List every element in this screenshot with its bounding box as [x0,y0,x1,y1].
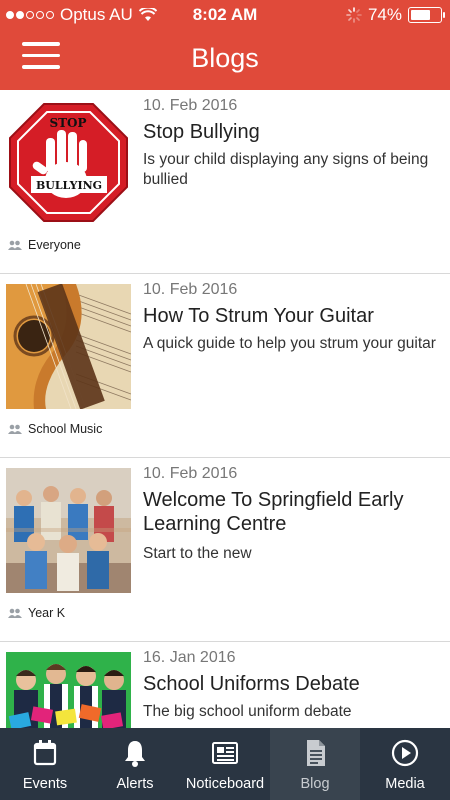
svg-text:STOP: STOP [49,116,86,130]
status-bar: Optus AU 8:02 AM 74% [0,0,450,30]
tab-label: Media [385,776,425,792]
audience-tag: Everyone [8,238,81,252]
audience-tag: Year K [8,606,65,620]
bottom-tab-bar: Events Alerts Noticeboard Blog Media [0,728,450,800]
blog-title: Welcome To Springfield Early Learning Ce… [143,489,404,535]
group-icon [8,240,22,250]
audience-label: Everyone [28,238,81,252]
blog-date: 10. Feb 2016 [143,97,238,114]
blog-date: 10. Feb 2016 [143,465,238,482]
blog-item-welcome[interactable]: 10. Feb 2016 Welcome To Springfield Earl… [0,458,450,642]
calendar-icon [33,740,57,766]
audience-tag: School Music [8,422,102,436]
audience-label: Year K [28,606,66,620]
app-header: Optus AU 8:02 AM 74% Blogs [0,0,450,90]
blog-description: Is your child displaying any signs of be… [143,151,429,188]
tab-label: Blog [300,776,330,792]
blog-description: The big school uniform debate [143,703,352,720]
svg-text:BULLYING: BULLYING [36,179,102,192]
battery-percent: 74% [367,5,402,24]
battery-area: 74% [346,5,445,25]
group-icon [8,608,22,618]
blog-item-stop-bullying[interactable]: STOP BULLYING 10. Feb 2016 Stop Bullying… [0,90,450,274]
tab-alerts[interactable]: Alerts [90,728,180,800]
blog-item-guitar[interactable]: 10. Feb 2016 How To Strum Your Guitar A … [0,274,450,458]
loading-spinner-icon [346,7,362,23]
blog-description: Start to the new [143,545,252,562]
blog-thumbnail-uniforms [6,652,131,728]
blog-thumbnail-welcome [6,468,131,593]
bell-icon [125,741,145,767]
tab-label: Alerts [116,776,154,792]
blog-title: How To Strum Your Guitar [143,305,374,327]
blog-date: 16. Jan 2016 [143,649,236,666]
group-icon [8,424,22,434]
newspaper-icon [212,742,238,764]
battery-icon [408,7,445,23]
blog-title: School Uniforms Debate [143,673,360,695]
blog-thumbnail-stop-bullying: STOP BULLYING [6,100,131,225]
page-title: Blogs [191,43,259,73]
tab-events[interactable]: Events [0,728,90,800]
blog-thumbnail-guitar [6,284,131,409]
blog-description: A quick guide to help you strum your gui… [143,335,436,352]
audience-label: School Music [28,422,103,436]
blog-title: Stop Bullying [143,121,260,143]
tab-media[interactable]: Media [360,728,450,800]
tab-label: Noticeboard [185,776,265,792]
tab-label: Events [22,776,68,792]
tab-noticeboard[interactable]: Noticeboard [180,728,270,800]
document-icon [307,740,325,766]
blog-date: 10. Feb 2016 [143,281,238,298]
play-icon [391,739,419,767]
blog-item-uniforms[interactable]: 16. Jan 2016 School Uniforms Debate The … [0,642,450,728]
blog-list[interactable]: STOP BULLYING 10. Feb 2016 Stop Bullying… [0,90,450,728]
tab-blog[interactable]: Blog [270,728,360,800]
